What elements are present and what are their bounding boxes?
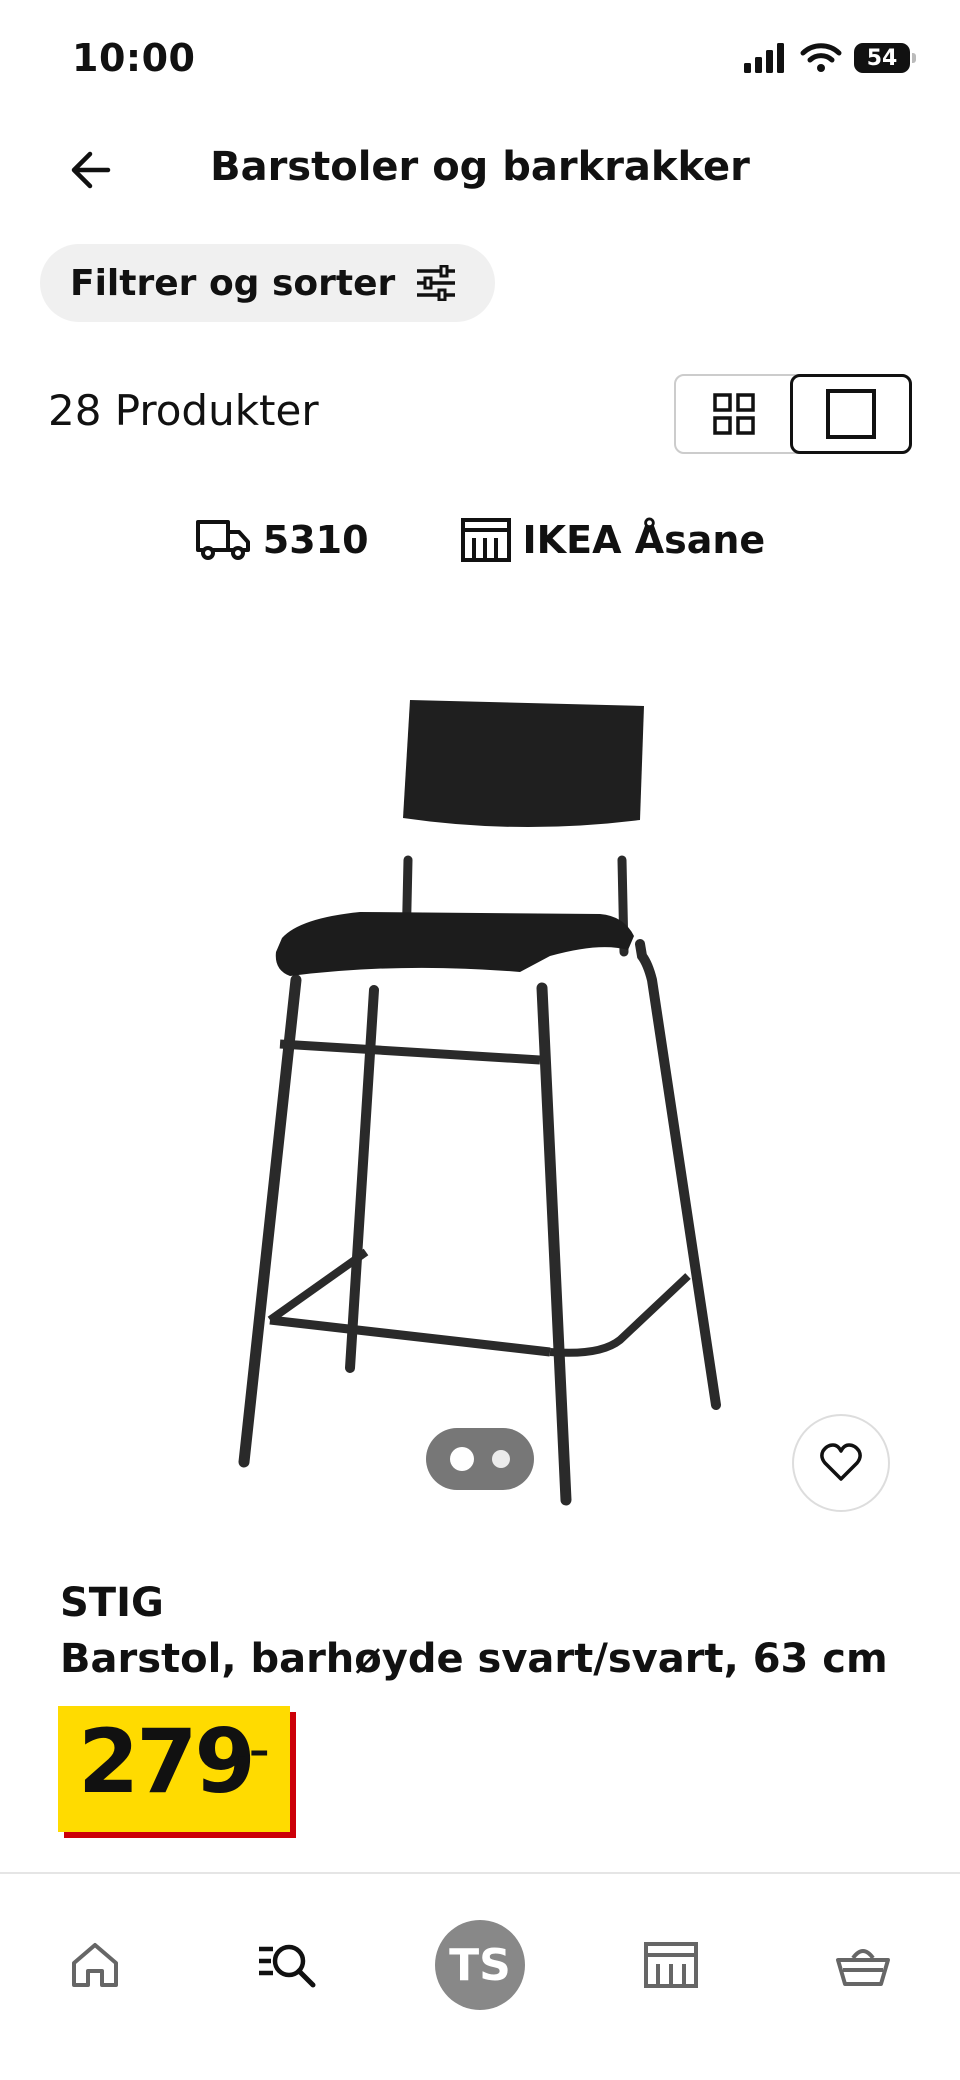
battery-icon: 54: [854, 43, 916, 73]
status-icons: 54: [744, 42, 916, 74]
nav-store[interactable]: [616, 1910, 726, 2020]
battery-level: 54: [866, 45, 898, 71]
store-icon: [460, 518, 511, 562]
view-toggle: [674, 374, 912, 454]
page-title: Barstoler og barkrakker: [210, 144, 750, 190]
single-view-button[interactable]: [790, 374, 912, 454]
product-brand[interactable]: STIG: [60, 1580, 164, 1626]
product-description[interactable]: Barstol, barhøyde svart/svart, 63 cm: [60, 1636, 888, 1682]
avatar: TS: [435, 1920, 525, 2010]
bottom-navigation: TS: [0, 1872, 960, 2080]
grid-view-button[interactable]: [676, 376, 792, 452]
delivery-info: 5310 IKEA Åsane: [0, 518, 960, 562]
single-square-icon: [826, 389, 876, 439]
product-price: 279: [78, 1710, 256, 1813]
carousel-dot[interactable]: [492, 1450, 510, 1468]
price-suffix: ,–: [234, 1728, 270, 1774]
nav-profile[interactable]: TS: [425, 1910, 535, 2020]
postcode-selector[interactable]: 5310: [195, 518, 369, 562]
truck-icon: [195, 520, 250, 560]
home-icon: [72, 1943, 118, 1987]
status-time: 10:00: [72, 36, 196, 80]
signal-icon: [744, 43, 784, 73]
favorite-button[interactable]: [792, 1414, 890, 1512]
store-selector[interactable]: IKEA Åsane: [460, 518, 766, 562]
search-list-icon: [259, 1944, 316, 1988]
carousel-dot-active[interactable]: [450, 1447, 474, 1471]
basket-icon: [836, 1949, 890, 1986]
store-icon: [644, 1942, 698, 1988]
image-carousel-indicator[interactable]: [426, 1428, 534, 1490]
nav-search[interactable]: [232, 1910, 342, 2020]
grid-icon: [713, 393, 755, 435]
nav-basket[interactable]: [808, 1910, 918, 2020]
heart-icon: [820, 1443, 862, 1481]
filter-sort-label: Filtrer og sorter: [70, 262, 396, 304]
filter-sort-button[interactable]: Filtrer og sorter: [40, 244, 496, 322]
postcode: 5310: [262, 518, 369, 562]
store-name: IKEA Åsane: [522, 518, 766, 562]
nav-home[interactable]: [40, 1910, 150, 2020]
sliders-icon: [417, 265, 456, 301]
wifi-icon: [800, 43, 842, 72]
product-image[interactable]: [220, 680, 740, 1520]
product-count: 28 Produkter: [48, 386, 319, 435]
